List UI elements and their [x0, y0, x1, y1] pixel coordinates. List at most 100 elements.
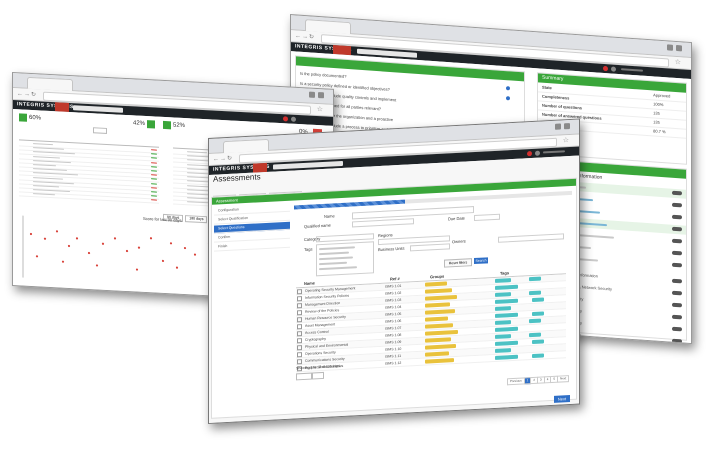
business-units-input[interactable]	[410, 243, 450, 252]
row-status	[151, 195, 157, 197]
minimize-icon[interactable]	[555, 123, 561, 130]
back-forward-icon[interactable]: ←→↻	[295, 33, 315, 40]
avatar[interactable]	[291, 116, 296, 122]
page-button[interactable]: Previous	[507, 377, 525, 386]
tag-pill	[495, 348, 511, 353]
tag-pill	[495, 326, 518, 332]
minimize-icon[interactable]	[667, 44, 673, 51]
nav-subitem[interactable]: Information	[578, 272, 598, 278]
kpi-icon-1	[19, 113, 27, 122]
row-status	[151, 199, 157, 201]
progress-badge	[672, 262, 682, 268]
row-status	[151, 170, 157, 172]
tag-pill	[495, 312, 518, 318]
due-date-input[interactable]	[474, 213, 500, 222]
tags-multiselect[interactable]	[316, 241, 374, 277]
row-status	[151, 174, 157, 176]
reset-filters-button[interactable]: Reset filters	[444, 258, 472, 268]
avatar[interactable]	[535, 150, 540, 156]
wizard-steps: Configuration Select Qualification Select …	[214, 203, 290, 253]
row-text	[33, 185, 59, 188]
row-status	[151, 191, 157, 193]
row-status	[151, 182, 157, 185]
row-text	[187, 151, 207, 154]
info-icon[interactable]	[506, 86, 510, 91]
row-text	[33, 147, 64, 150]
progress-badge	[672, 326, 682, 332]
chart-point	[35, 255, 39, 258]
row-text	[33, 193, 55, 196]
tags-label: Tags	[304, 246, 313, 252]
progress-badge	[672, 202, 682, 208]
bulk-action-button[interactable]	[296, 372, 312, 381]
tag-pill	[495, 320, 511, 325]
row-checkbox[interactable]	[297, 338, 302, 344]
progress-badge	[672, 226, 682, 232]
group-tag	[425, 316, 448, 322]
next-button[interactable]: Next	[554, 395, 570, 403]
avatar[interactable]	[611, 66, 616, 72]
progress-badge	[672, 278, 682, 284]
back-forward-icon[interactable]: ←→↻	[17, 91, 37, 98]
user-name[interactable]	[543, 150, 565, 154]
close-icon[interactable]	[676, 44, 682, 52]
row-checkbox[interactable]	[297, 324, 302, 330]
close-icon[interactable]	[318, 92, 324, 99]
nav-subitem[interactable]: & Network Security	[578, 284, 612, 291]
group-tag	[425, 309, 455, 315]
row-text	[33, 164, 56, 167]
period-button[interactable]: 180 days	[185, 215, 208, 224]
owners-input[interactable]	[498, 233, 564, 243]
tag-pill	[532, 311, 544, 317]
notification-icon[interactable]	[283, 116, 288, 122]
kpi-value-1: 60%	[29, 114, 42, 122]
minimize-icon[interactable]	[309, 91, 315, 98]
star-icon[interactable]: ☆	[563, 136, 569, 144]
row-checkbox[interactable]	[297, 296, 302, 302]
tag-pill	[495, 284, 518, 290]
row-checkbox[interactable]	[297, 359, 302, 365]
question-text: Is the policy documented?	[300, 70, 347, 79]
kpi-value-3: 52%	[173, 122, 186, 130]
notification-icon[interactable]	[603, 65, 608, 72]
chart-point	[75, 237, 79, 240]
notification-icon[interactable]	[527, 151, 532, 157]
group-tag	[425, 344, 456, 350]
tag-pill	[532, 353, 544, 359]
assessment-panel: Assessment Configuration Select Qualifica…	[211, 177, 577, 419]
close-icon[interactable]	[564, 123, 570, 130]
star-icon[interactable]: ☆	[317, 105, 323, 113]
chart-point	[137, 246, 141, 249]
row-checkbox[interactable]	[297, 317, 302, 323]
info-icon[interactable]	[506, 96, 510, 101]
details-button[interactable]	[93, 127, 107, 134]
back-forward-icon[interactable]: ←→↻	[213, 156, 233, 163]
row-status	[151, 153, 157, 155]
row-checkbox[interactable]	[297, 310, 302, 316]
kpi-value-2: 42%	[133, 120, 146, 127]
chart-point	[55, 230, 59, 233]
row-checkbox[interactable]	[297, 303, 302, 309]
kpi-icon-3	[163, 120, 171, 130]
progress-badge	[672, 190, 682, 196]
tag-pill	[495, 354, 518, 360]
group-tag	[425, 323, 453, 329]
page-button[interactable]: Next	[557, 375, 570, 383]
summary-value: 80.7 %	[653, 128, 666, 135]
search-button[interactable]: Search	[474, 257, 488, 265]
row-status	[151, 149, 157, 151]
row-checkbox[interactable]	[297, 345, 302, 351]
template-select[interactable]	[352, 218, 414, 228]
chart-point	[125, 249, 129, 253]
bulk-action-button-2[interactable]	[312, 371, 324, 380]
row-status	[151, 161, 157, 164]
row-checkbox[interactable]	[297, 289, 302, 295]
progress-badge	[672, 214, 682, 220]
row-checkbox[interactable]	[297, 352, 302, 358]
star-icon[interactable]: ☆	[675, 58, 681, 66]
row-status	[151, 166, 157, 168]
user-name[interactable]	[621, 68, 643, 72]
row-checkbox[interactable]	[297, 331, 302, 337]
row-ref: ISMS 1.12	[385, 360, 402, 366]
progress-badge	[672, 302, 682, 308]
